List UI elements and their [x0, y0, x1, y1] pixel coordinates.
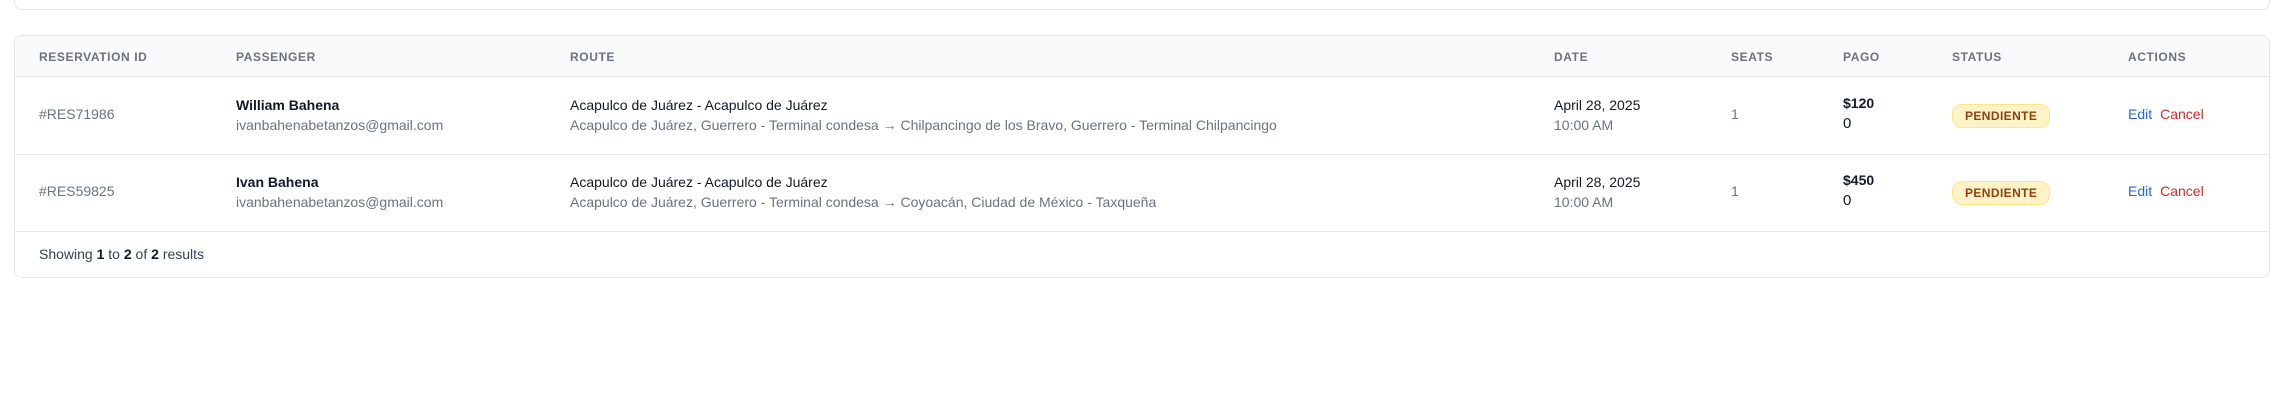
- table-row: #RES71986 William Bahena ivanbahenabetan…: [15, 77, 2269, 155]
- actions-cell: Edit Cancel: [2128, 183, 2204, 199]
- header-pago: PAGO: [1843, 50, 1880, 64]
- route-detail: Acapulco de Juárez, Guerrero - Terminal …: [570, 117, 1277, 133]
- pago-amount: $450: [1843, 172, 1875, 188]
- header-status: STATUS: [1952, 50, 2002, 64]
- status-badge: PENDIENTE: [1952, 181, 2051, 205]
- reservation-time: 10:00 AM: [1554, 194, 1614, 210]
- header-date: DATE: [1554, 50, 1589, 64]
- header-reservation-id: RESERVATION ID: [39, 50, 148, 64]
- route-title: Acapulco de Juárez - Acapulco de Juárez: [570, 174, 828, 190]
- reservations-table: RESERVATION ID PASSENGER ROUTE DATE SEAT…: [14, 35, 2270, 278]
- date-cell: April 28, 2025 10:00 AM: [1554, 95, 1640, 135]
- passenger-email: ivanbahenabetanzos@gmail.com: [236, 117, 444, 133]
- passenger-name: William Bahena: [236, 97, 340, 113]
- pagination-to: 2: [123, 246, 132, 262]
- status-badge: PENDIENTE: [1952, 104, 2051, 128]
- header-seats: SEATS: [1731, 50, 1774, 64]
- edit-link[interactable]: Edit: [2128, 183, 2152, 199]
- pagination-to-word: to: [108, 246, 120, 262]
- route-title: Acapulco de Juárez - Acapulco de Juárez: [570, 97, 828, 113]
- pagination-prefix: Showing: [39, 246, 93, 262]
- pagination-suffix: results: [162, 246, 205, 262]
- reservation-date: April 28, 2025: [1554, 97, 1641, 113]
- pago-cell: $450 0: [1843, 170, 1874, 212]
- pagination-from: 1: [96, 246, 105, 262]
- route-cell: Acapulco de Juárez - Acapulco de Juárez …: [570, 95, 1277, 135]
- top-card: [14, 0, 2270, 10]
- seats-count: 1: [1731, 183, 1739, 199]
- pago-secondary: 0: [1843, 115, 1852, 132]
- reservation-id: #RES71986: [39, 106, 115, 122]
- actions-cell: Edit Cancel: [2128, 106, 2204, 122]
- pago-amount: $120: [1843, 95, 1875, 111]
- header-route: ROUTE: [570, 50, 615, 64]
- cancel-link[interactable]: Cancel: [2160, 106, 2204, 122]
- route-cell: Acapulco de Juárez - Acapulco de Juárez …: [570, 172, 1156, 212]
- table-header: RESERVATION ID PASSENGER ROUTE DATE SEAT…: [15, 36, 2269, 77]
- passenger-email: ivanbahenabetanzos@gmail.com: [236, 194, 444, 210]
- passenger-cell: William Bahena ivanbahenabetanzos@gmail.…: [236, 95, 443, 135]
- passenger-name: Ivan Bahena: [236, 174, 319, 190]
- reservation-time: 10:00 AM: [1554, 117, 1614, 133]
- date-cell: April 28, 2025 10:00 AM: [1554, 172, 1640, 212]
- reservation-id: #RES59825: [39, 183, 115, 199]
- passenger-cell: Ivan Bahena ivanbahenabetanzos@gmail.com: [236, 172, 443, 212]
- header-actions: ACTIONS: [2128, 50, 2187, 64]
- pagination-total: 2: [151, 246, 159, 262]
- pagination-summary: Showing 1 to 2 of 2 results: [39, 246, 204, 262]
- cancel-link[interactable]: Cancel: [2160, 183, 2204, 199]
- table-row: #RES59825 Ivan Bahena ivanbahenabetanzos…: [15, 154, 2269, 232]
- pagination-of-word: of: [135, 246, 148, 262]
- pago-secondary: 0: [1843, 192, 1852, 209]
- edit-link[interactable]: Edit: [2128, 106, 2152, 122]
- header-passenger: PASSENGER: [236, 50, 316, 64]
- seats-count: 1: [1731, 106, 1739, 122]
- route-detail: Acapulco de Juárez, Guerrero - Terminal …: [570, 194, 1157, 210]
- reservation-date: April 28, 2025: [1554, 174, 1641, 190]
- pago-cell: $120 0: [1843, 93, 1874, 135]
